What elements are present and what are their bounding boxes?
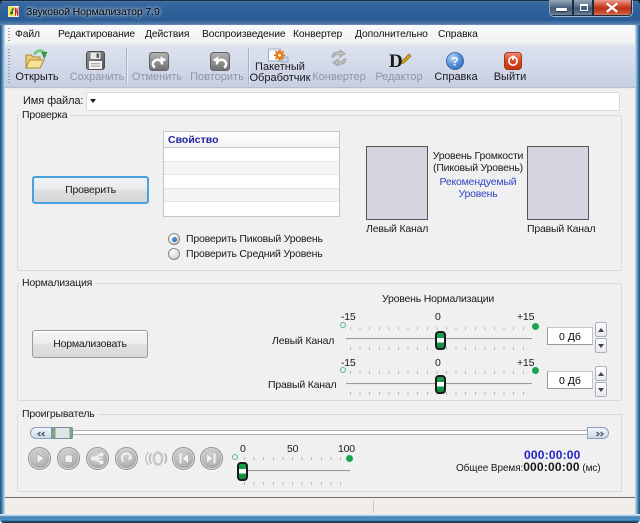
svg-text:?: ? [451,56,458,69]
svg-text:D: D [389,51,403,71]
